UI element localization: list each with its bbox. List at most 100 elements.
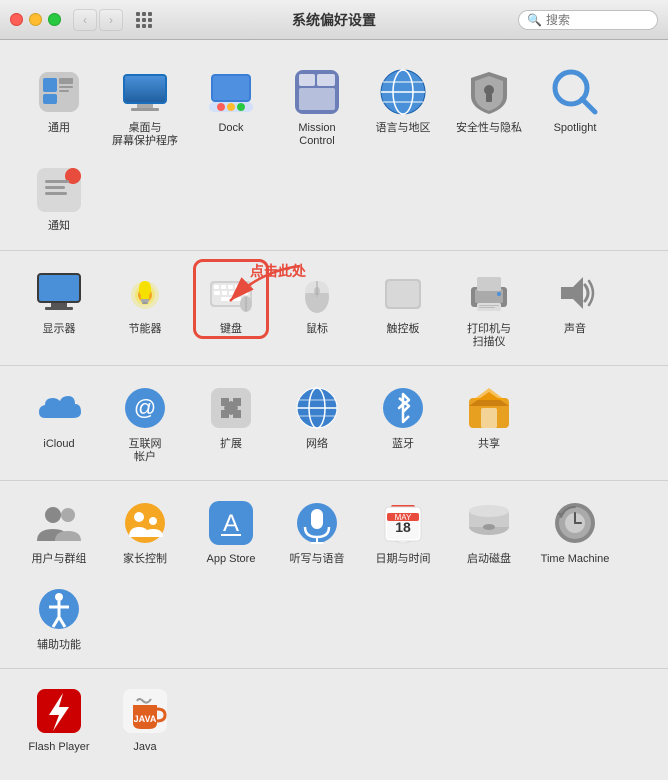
pref-language[interactable]: 语言与地区 — [360, 58, 446, 156]
nav-buttons: ‹ › — [73, 9, 123, 31]
accessibility-label: 辅助功能 — [37, 639, 81, 652]
flash-icon — [33, 685, 85, 737]
notification-label: 通知 — [48, 220, 70, 233]
display-icon — [33, 267, 85, 319]
general-label: 通用 — [48, 122, 70, 135]
pref-printer[interactable]: 打印机与扫描仪 — [446, 259, 532, 357]
search-icon: 🔍 — [527, 13, 542, 27]
pref-java[interactable]: JAVA Java — [102, 677, 188, 762]
sound-icon — [549, 267, 601, 319]
personal-grid: 通用 — [16, 58, 652, 242]
timemachine-label: Time Machine — [541, 553, 610, 566]
startup-label: 启动磁盘 — [467, 553, 511, 566]
forward-button[interactable]: › — [99, 9, 123, 31]
pref-sound[interactable]: 声音 — [532, 259, 618, 357]
internet-label: 互联网帐户 — [129, 438, 162, 464]
pref-notification[interactable]: 通知 — [16, 156, 102, 241]
security-icon — [463, 66, 515, 118]
pref-internet[interactable]: @ 互联网帐户 — [102, 374, 188, 472]
timemachine-icon — [549, 497, 601, 549]
grid-view-button[interactable] — [133, 9, 155, 31]
pref-spotlight[interactable]: Spotlight — [532, 58, 618, 156]
sharing-icon — [463, 382, 515, 434]
other-grid: Flash Player JAVA Java — [16, 677, 652, 762]
traffic-lights — [10, 13, 61, 26]
pref-dock[interactable]: Dock — [188, 58, 274, 156]
pref-dictation[interactable]: 听写与语音 — [274, 489, 360, 574]
keyboard-icon — [205, 267, 257, 319]
pref-trackpad[interactable]: 触控板 — [360, 259, 446, 357]
svg-text:MAY: MAY — [395, 513, 412, 522]
pref-flash[interactable]: Flash Player — [16, 677, 102, 762]
titlebar: ‹ › 系统偏好设置 🔍 ✕ — [0, 0, 668, 40]
spotlight-label: Spotlight — [554, 122, 597, 135]
trackpad-icon — [377, 267, 429, 319]
energy-label: 节能器 — [129, 323, 162, 336]
pref-network[interactable]: 网络 — [274, 374, 360, 472]
notification-icon — [33, 164, 85, 216]
pref-datetime[interactable]: 18 MAY 日期与时间 — [360, 489, 446, 574]
mouse-icon — [291, 267, 343, 319]
extensions-label: 扩展 — [220, 438, 242, 451]
pref-keyboard[interactable]: 键盘 — [188, 259, 274, 357]
internet-grid: iCloud @ 互联网帐户 — [16, 374, 652, 472]
minimize-button[interactable] — [29, 13, 42, 26]
pref-timemachine[interactable]: Time Machine — [532, 489, 618, 574]
desktop-label: 桌面与屏幕保护程序 — [112, 122, 178, 148]
pref-users[interactable]: 用户与群组 — [16, 489, 102, 574]
extensions-icon — [205, 382, 257, 434]
pref-startup[interactable]: 启动磁盘 — [446, 489, 532, 574]
datetime-icon: 18 MAY — [377, 497, 429, 549]
keyboard-label: 键盘 — [220, 323, 242, 336]
general-icon — [33, 66, 85, 118]
pref-mission[interactable]: MissionControl — [274, 58, 360, 156]
pref-general[interactable]: 通用 — [16, 58, 102, 156]
search-input[interactable] — [546, 13, 668, 27]
spotlight-icon — [549, 66, 601, 118]
language-label: 语言与地区 — [376, 122, 431, 135]
svg-text:JAVA: JAVA — [134, 714, 157, 724]
pref-security[interactable]: 安全性与隐私 — [446, 58, 532, 156]
pref-desktop[interactable]: 桌面与屏幕保护程序 — [102, 58, 188, 156]
parental-label: 家长控制 — [123, 553, 167, 566]
network-icon — [291, 382, 343, 434]
svg-text:A: A — [223, 510, 239, 537]
pref-bluetooth[interactable]: 蓝牙 — [360, 374, 446, 472]
dock-icon — [205, 66, 257, 118]
dock-label: Dock — [218, 122, 243, 135]
pref-sharing[interactable]: 共享 — [446, 374, 532, 472]
close-button[interactable] — [10, 13, 23, 26]
section-internet: iCloud @ 互联网帐户 — [0, 366, 668, 481]
printer-label: 打印机与扫描仪 — [467, 323, 511, 349]
datetime-label: 日期与时间 — [376, 553, 431, 566]
back-button[interactable]: ‹ — [73, 9, 97, 31]
section-hardware: 显示器 节能器 — [0, 251, 668, 366]
pref-extensions[interactable]: 扩展 — [188, 374, 274, 472]
appstore-label: App Store — [207, 553, 256, 566]
search-box: 🔍 ✕ — [518, 10, 658, 30]
dictation-label: 听写与语音 — [290, 553, 345, 566]
internet-icon: @ — [119, 382, 171, 434]
accessibility-icon — [33, 583, 85, 635]
icloud-icon — [33, 382, 85, 434]
java-icon: JAVA — [119, 685, 171, 737]
sharing-label: 共享 — [478, 438, 500, 451]
flash-label: Flash Player — [28, 741, 89, 754]
maximize-button[interactable] — [48, 13, 61, 26]
pref-mouse[interactable]: 鼠标 — [274, 259, 360, 357]
hardware-grid: 显示器 节能器 — [16, 259, 652, 357]
trackpad-label: 触控板 — [387, 323, 420, 336]
pref-appstore[interactable]: A App Store — [188, 489, 274, 574]
pref-icloud[interactable]: iCloud — [16, 374, 102, 472]
java-label: Java — [133, 741, 156, 754]
printer-icon — [463, 267, 515, 319]
pref-accessibility[interactable]: 辅助功能 — [16, 575, 102, 660]
mouse-label: 鼠标 — [306, 323, 328, 336]
pref-parental[interactable]: 家长控制 — [102, 489, 188, 574]
startup-icon — [463, 497, 515, 549]
svg-text:@: @ — [134, 395, 156, 420]
section-system: 用户与群组 家长控制 — [0, 481, 668, 668]
users-label: 用户与群组 — [32, 553, 87, 566]
pref-display[interactable]: 显示器 — [16, 259, 102, 357]
pref-energy[interactable]: 节能器 — [102, 259, 188, 357]
